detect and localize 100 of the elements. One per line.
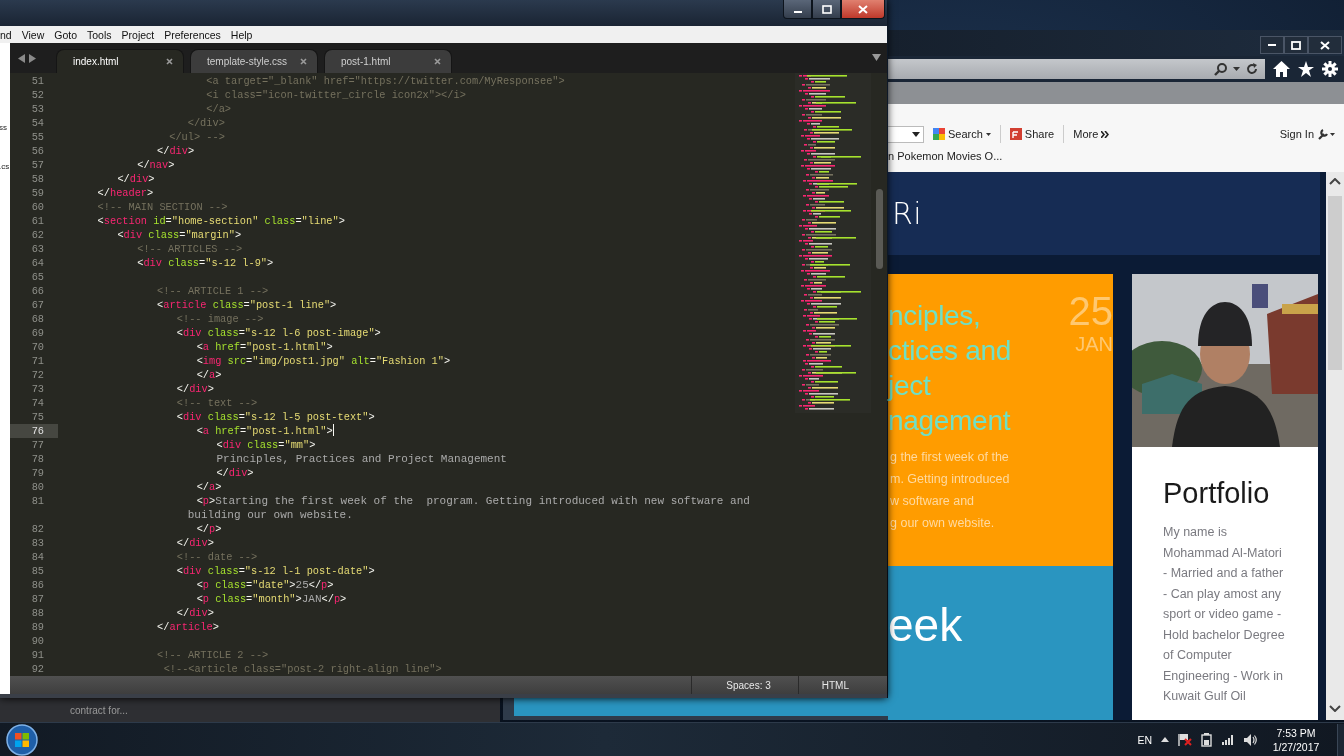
line-number: 84 (30, 550, 45, 564)
maximize-icon (821, 4, 832, 14)
line-number: 67 (30, 298, 45, 312)
line-number: 77 (30, 438, 45, 452)
code-line: <div class="s-12 l-1 post-date"> (175, 564, 376, 578)
line-number: 83 (30, 536, 45, 550)
search-box[interactable] (888, 125, 924, 143)
line-number: 64 (30, 256, 45, 270)
line-number: 89 (30, 620, 45, 634)
code-line: </article> (156, 620, 220, 634)
editor-tab[interactable]: post-1.html (324, 49, 452, 73)
start-button[interactable] (5, 722, 39, 756)
line-number: 86 (30, 578, 45, 592)
flag-icon[interactable] (1178, 733, 1192, 746)
signal-icon[interactable] (1222, 734, 1235, 745)
code-line: <i class="icon-twitter_circle icon2x"></i> (205, 88, 467, 102)
code-line: </a> (195, 480, 223, 494)
menu-item[interactable]: Help (225, 28, 258, 41)
code-line: <img src="img/post1.jpg" alt="Fashion 1"> (195, 354, 452, 368)
line-number: 73 (30, 382, 45, 396)
down-chevron-icon[interactable] (1329, 705, 1341, 712)
refresh-icon[interactable] (1245, 62, 1259, 76)
scrollbar[interactable] (1326, 172, 1344, 720)
line-number: 72 (30, 368, 45, 382)
code-line: <!-- image --> (175, 312, 265, 326)
up-chevron-icon[interactable] (1329, 178, 1341, 185)
line-number: 65 (30, 270, 45, 284)
sign-in-button[interactable]: Sign In (1276, 128, 1338, 140)
minimize-button[interactable] (1260, 36, 1284, 54)
code-line: </div> (175, 606, 215, 620)
line-number: 55 (30, 130, 45, 144)
profile-bio: My name is Mohammad Al-Matori - Married and a father - Can play amost any sport or video game - Hold bachelor Degree of Computer Engineering - Work in Kuwait Gulf Oil (1162, 524, 1286, 705)
language-indicator[interactable]: EN (1137, 733, 1152, 746)
window-text: contract for... (70, 704, 128, 716)
line-number: 76 (10, 424, 58, 438)
text-cursor (332, 424, 334, 436)
code-line: <p>Starting the first week of the program. Getting introduced with new software and building our own website. (186, 494, 751, 522)
menu-item[interactable]: Tools (82, 28, 117, 41)
dropdown-icon[interactable] (872, 54, 881, 61)
code-line: </a> (205, 102, 233, 116)
line-number: 80 (30, 480, 45, 494)
favorite-link[interactable]: n Pokemon Movies O... (888, 150, 1344, 162)
line-number: 91 (30, 648, 45, 662)
post-excerpt: g the first week of the m. Getting introduced w software and g our own website. (889, 449, 1011, 532)
star-icon[interactable] (1298, 61, 1314, 77)
menu-item[interactable]: Preferences (159, 28, 226, 41)
code-line: <div class="s-12 l-5 post-text"> (175, 410, 376, 424)
share-button[interactable]: Share (1006, 128, 1058, 140)
code-line: <div class="s-12 l-9"> (136, 256, 275, 270)
close-icon[interactable] (166, 58, 173, 65)
line-number: 56 (30, 144, 45, 158)
code-line: <!-- text --> (175, 396, 259, 410)
editor-tab[interactable]: template-style.css (190, 49, 318, 73)
line-number: 51 (30, 74, 45, 88)
line-number: 81 (30, 494, 45, 508)
close-button[interactable] (841, 0, 885, 19)
clock[interactable]: 7:53 PM 1/27/2017 (1270, 725, 1322, 754)
menu-item[interactable]: Goto (49, 28, 83, 41)
code-line: </a> (195, 368, 223, 382)
editor-tab[interactable]: index.html (56, 49, 184, 73)
profile-title: Portfolio (1162, 476, 1271, 510)
minimize-icon (1268, 44, 1276, 46)
code-line: Principles, Practices and Project Management (215, 452, 508, 466)
minimize-icon (793, 11, 802, 13)
close-icon[interactable] (434, 58, 441, 65)
code-line: <a target="_blank" href="https://twitter.com/MyResponsee"> (205, 74, 566, 88)
scrollbar-thumb[interactable] (876, 189, 883, 269)
code-line: <a href="post-1.html"> (195, 340, 334, 354)
search-button[interactable]: Search (930, 128, 994, 140)
code-line: <p class="month">JAN</p> (195, 592, 348, 606)
squares-icon (933, 128, 945, 140)
menu-item[interactable]: nd (0, 28, 17, 41)
maximize-button[interactable] (1284, 36, 1308, 54)
speaker-icon[interactable] (1244, 733, 1257, 746)
maximize-button[interactable] (812, 0, 841, 19)
settings-icon[interactable] (1322, 61, 1338, 77)
more-button[interactable]: More (1070, 128, 1113, 140)
menu-item[interactable]: Project (116, 28, 160, 41)
minimize-button[interactable] (783, 0, 812, 19)
close-icon[interactable] (300, 58, 307, 65)
caret-icon[interactable] (1233, 67, 1240, 71)
code-line: <section id="home-section" class="line"> (96, 214, 346, 228)
home-icon[interactable] (1273, 61, 1290, 77)
sidebar-item[interactable]: .cs (0, 162, 10, 171)
line-number: 60 (30, 200, 45, 214)
scrollbar-thumb[interactable] (1328, 196, 1342, 370)
line-number: 54 (30, 116, 45, 130)
battery-icon[interactable] (1201, 732, 1213, 747)
forward-arrow-icon[interactable] (29, 53, 36, 63)
menu-item[interactable]: View (16, 28, 50, 41)
back-arrow-icon[interactable] (18, 53, 25, 63)
code-line: <!--<article class="post-2 right-align line"> (162, 662, 443, 676)
line-number: 85 (30, 564, 45, 578)
sidebar-item[interactable]: ss (0, 123, 10, 132)
code-line: </div> (215, 466, 255, 480)
search-icon[interactable] (1214, 62, 1228, 76)
line-number: 68 (30, 312, 45, 326)
close-button[interactable] (1308, 36, 1342, 54)
caret-icon[interactable] (1161, 737, 1169, 742)
line-number: 87 (30, 592, 45, 606)
